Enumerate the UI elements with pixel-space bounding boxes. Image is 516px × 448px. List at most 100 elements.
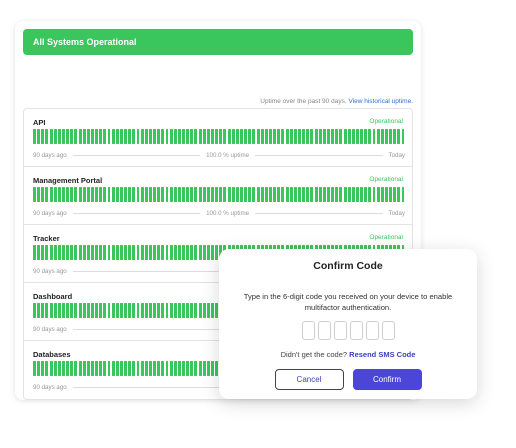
uptime-day-bar[interactable] [45,187,49,202]
uptime-day-bar[interactable] [169,245,173,260]
uptime-day-bar[interactable] [389,129,393,144]
uptime-day-bar[interactable] [372,187,376,202]
code-digit-input-4[interactable] [349,321,363,340]
uptime-day-bar[interactable] [202,187,206,202]
uptime-day-bar[interactable] [99,129,103,144]
uptime-day-bar[interactable] [148,361,152,376]
uptime-day-bar[interactable] [227,187,231,202]
uptime-day-bar[interactable] [61,361,65,376]
uptime-day-bar[interactable] [90,245,94,260]
uptime-day-bar[interactable] [148,303,152,318]
resend-sms-link[interactable]: Resend SMS Code [349,350,415,359]
uptime-day-bar[interactable] [186,187,190,202]
uptime-day-bar[interactable] [293,187,297,202]
uptime-day-bar[interactable] [157,245,161,260]
uptime-day-bar[interactable] [90,303,94,318]
uptime-day-bar[interactable] [190,361,194,376]
uptime-day-bar[interactable] [177,303,181,318]
uptime-day-bar[interactable] [140,303,144,318]
uptime-day-bar[interactable] [322,187,326,202]
uptime-day-bar[interactable] [45,361,49,376]
uptime-day-bar[interactable] [78,303,82,318]
uptime-day-bar[interactable] [393,187,397,202]
uptime-day-bar[interactable] [273,129,277,144]
uptime-day-bar[interactable] [66,187,70,202]
uptime-day-bar[interactable] [78,245,82,260]
uptime-day-bar[interactable] [182,129,186,144]
uptime-day-bar[interactable] [119,361,123,376]
uptime-day-bar[interactable] [177,245,181,260]
uptime-day-bar[interactable] [41,245,45,260]
uptime-day-bar[interactable] [49,129,53,144]
uptime-day-bar[interactable] [66,361,70,376]
uptime-day-bar[interactable] [211,187,214,202]
uptime-day-bar[interactable] [66,129,70,144]
uptime-day-bar[interactable] [41,303,45,318]
uptime-day-bar[interactable] [119,245,123,260]
uptime-day-bar[interactable] [215,129,219,144]
uptime-day-bar[interactable] [198,187,202,202]
uptime-day-bar[interactable] [169,187,173,202]
uptime-day-bar[interactable] [289,187,293,202]
uptime-day-bar[interactable] [57,303,61,318]
uptime-day-bar[interactable] [33,303,36,318]
uptime-day-bar[interactable] [74,187,78,202]
uptime-day-bar[interactable] [306,129,310,144]
uptime-day-bar[interactable] [41,361,45,376]
uptime-day-bar[interactable] [103,361,107,376]
uptime-day-bar[interactable] [215,361,219,376]
uptime-day-bar[interactable] [339,129,343,144]
uptime-day-bar[interactable] [206,187,210,202]
uptime-day-bar[interactable] [144,303,148,318]
uptime-day-bar[interactable] [343,129,347,144]
uptime-day-bar[interactable] [82,187,86,202]
uptime-day-bar[interactable] [57,129,61,144]
uptime-day-bar[interactable] [240,187,243,202]
uptime-day-bar[interactable] [99,187,103,202]
uptime-day-bar[interactable] [298,129,301,144]
uptime-day-bar[interactable] [331,187,335,202]
uptime-day-bar[interactable] [128,303,132,318]
uptime-day-bar[interactable] [165,187,169,202]
uptime-day-bar[interactable] [252,129,256,144]
code-digit-input-3[interactable] [333,321,347,340]
uptime-day-bar[interactable] [153,129,157,144]
uptime-day-bar[interactable] [182,361,186,376]
uptime-day-bar[interactable] [173,129,177,144]
uptime-day-bar[interactable] [136,187,140,202]
uptime-day-bar[interactable] [244,129,248,144]
uptime-day-bar[interactable] [368,187,372,202]
uptime-day-bar[interactable] [401,187,405,202]
uptime-day-bar[interactable] [269,129,272,144]
uptime-day-bar[interactable] [161,303,165,318]
uptime-day-bar[interactable] [157,187,161,202]
uptime-day-bar[interactable] [289,129,293,144]
uptime-day-bar[interactable] [235,129,239,144]
uptime-day-bar[interactable] [74,245,78,260]
uptime-day-bar[interactable] [355,129,359,144]
uptime-day-bar[interactable] [107,129,111,144]
uptime-day-bar[interactable] [360,187,364,202]
uptime-day-bar[interactable] [136,303,140,318]
uptime-day-bar[interactable] [153,303,157,318]
uptime-day-bar[interactable] [169,361,173,376]
uptime-day-bar[interactable] [124,303,128,318]
uptime-day-bar[interactable] [206,129,210,144]
uptime-day-bar[interactable] [74,129,78,144]
uptime-day-bar[interactable] [198,129,202,144]
uptime-day-bar[interactable] [277,187,281,202]
uptime-day-bar[interactable] [202,245,206,260]
uptime-day-bar[interactable] [74,303,78,318]
uptime-day-bar[interactable] [148,187,152,202]
uptime-day-bar[interactable] [33,361,36,376]
uptime-day-bar[interactable] [252,187,256,202]
uptime-day-bar[interactable] [389,187,393,202]
uptime-day-bar[interactable] [78,361,82,376]
uptime-day-bar[interactable] [103,129,107,144]
uptime-day-bar[interactable] [302,129,306,144]
uptime-day-bar[interactable] [173,187,177,202]
uptime-day-bar[interactable] [372,129,376,144]
uptime-day-bar[interactable] [194,303,198,318]
uptime-day-bar[interactable] [215,303,219,318]
uptime-day-bar[interactable] [206,361,210,376]
